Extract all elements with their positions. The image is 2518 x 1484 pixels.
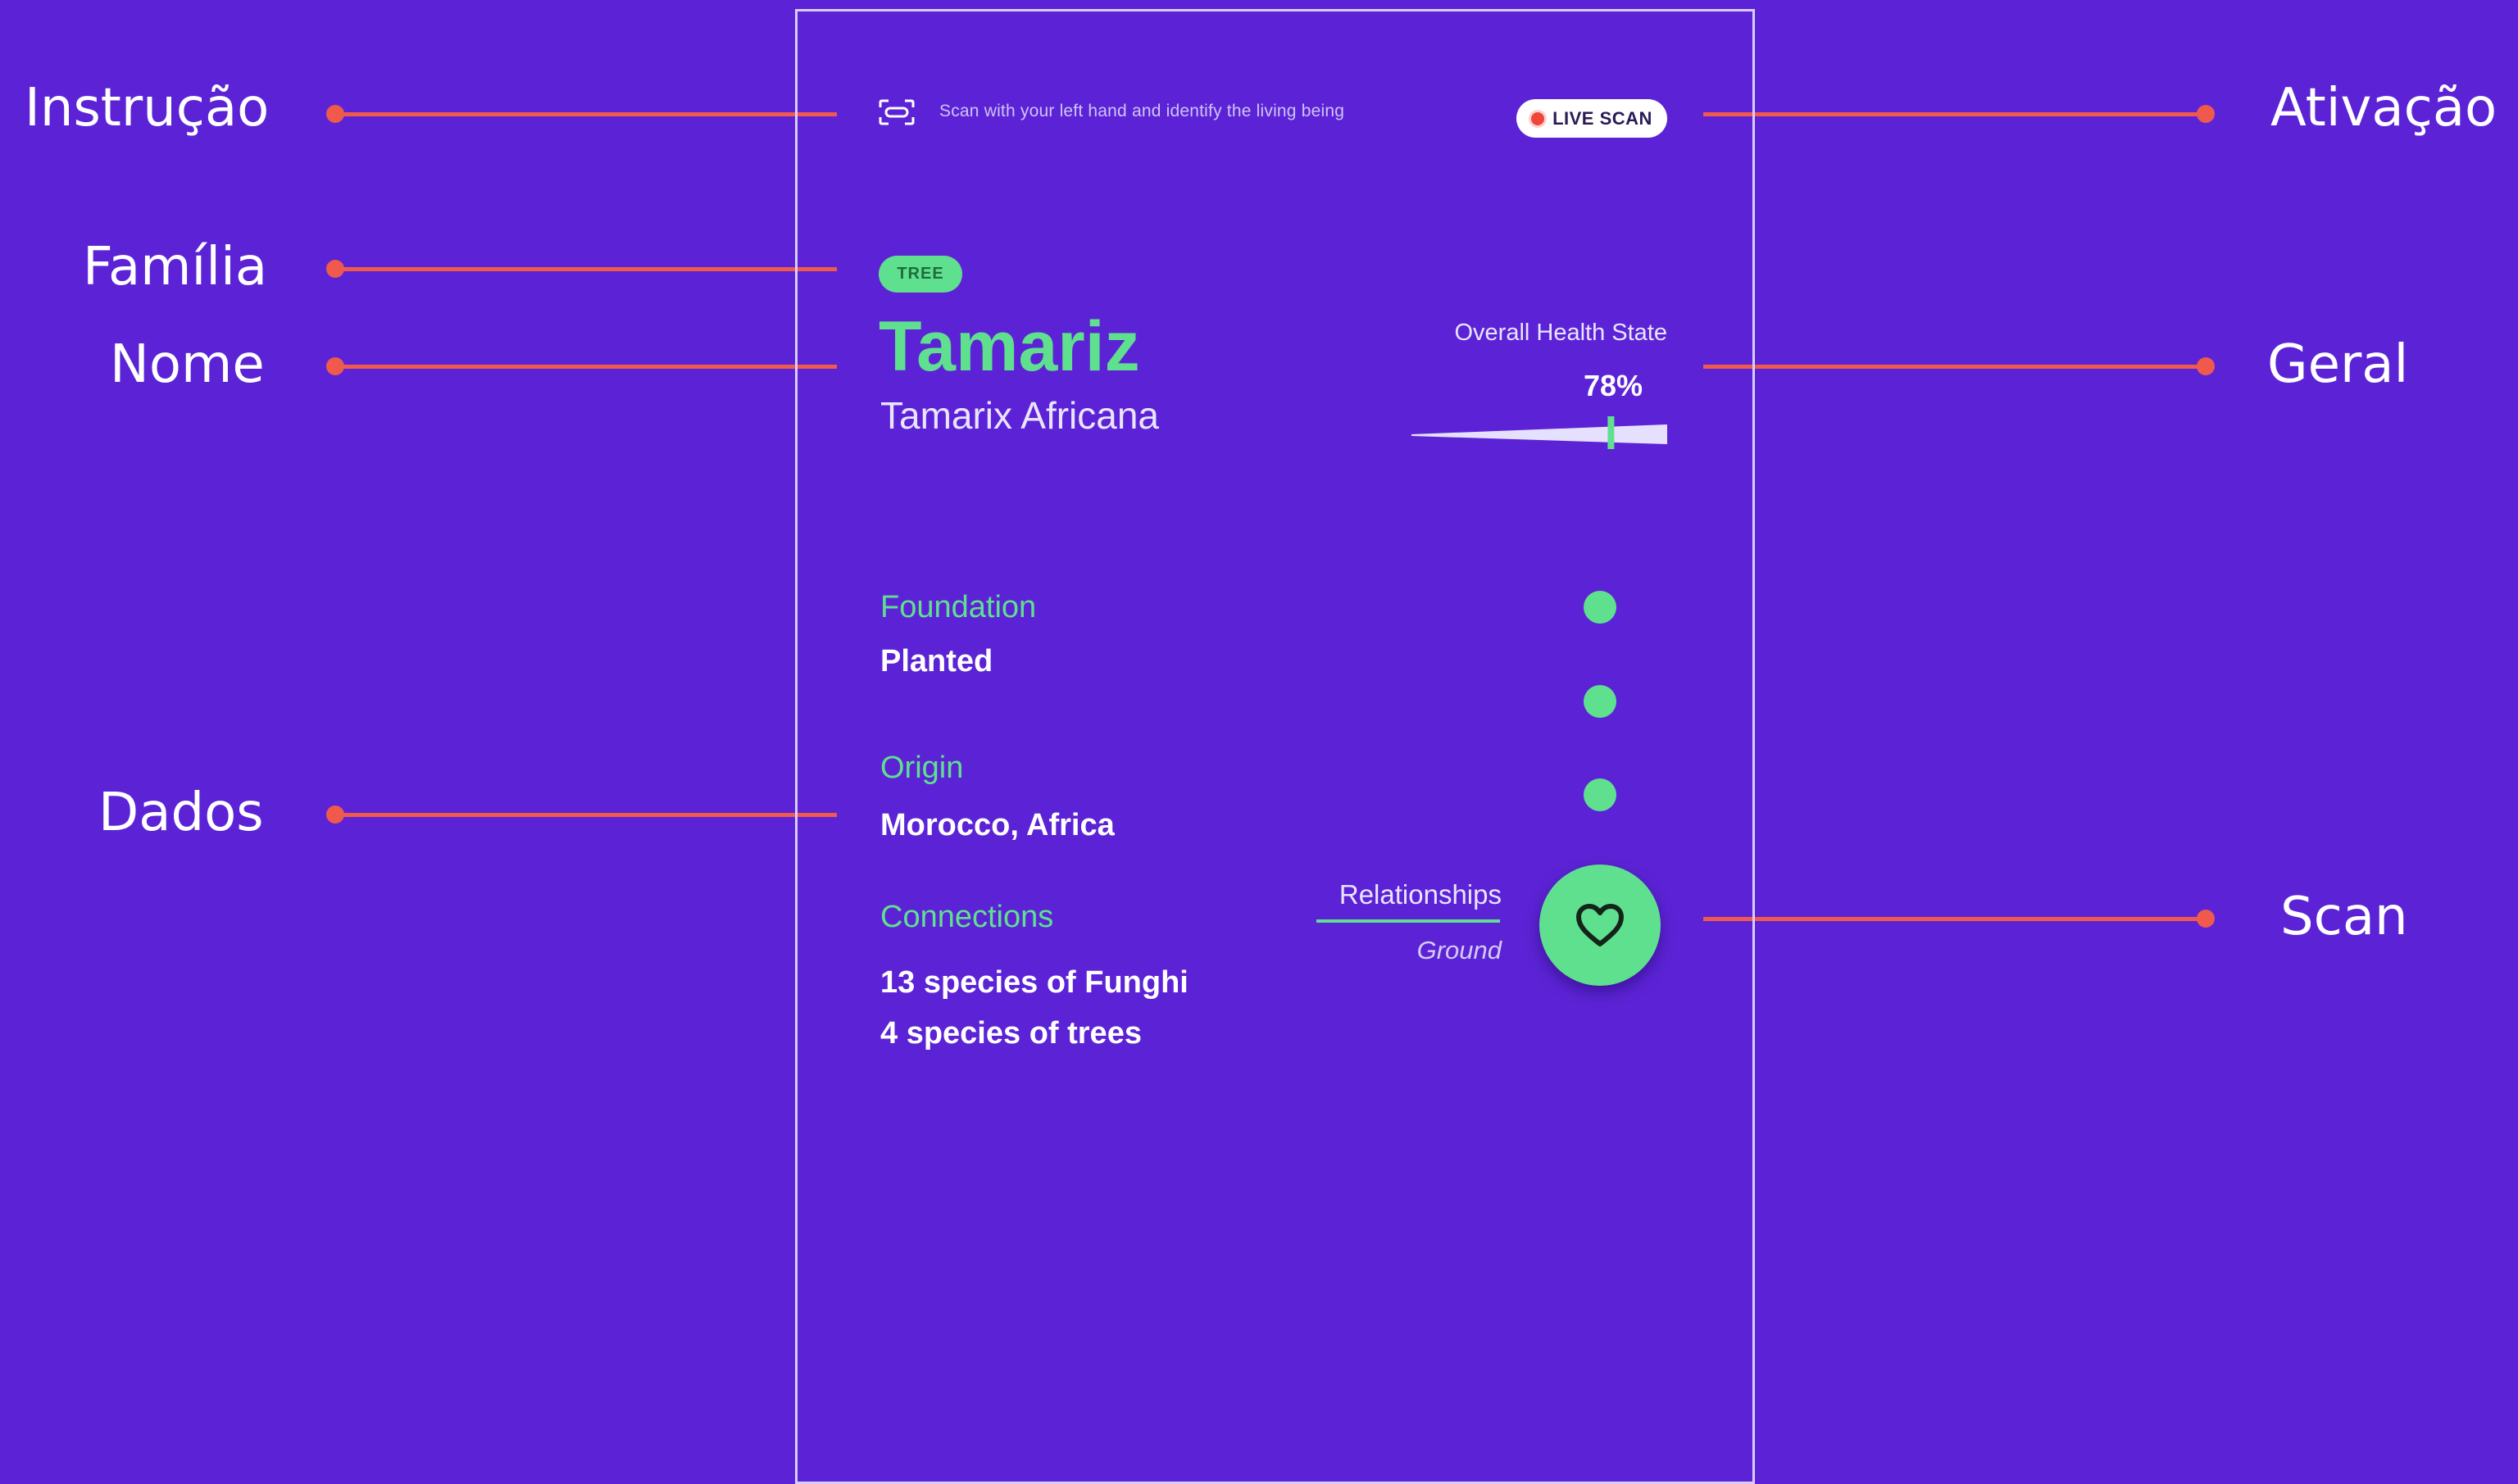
annotation-instrucao-line: [335, 112, 837, 116]
annotation-instrucao: Instrução: [25, 78, 270, 138]
live-scan-button[interactable]: LIVE SCAN: [1516, 99, 1667, 138]
annotation-dados-line: [335, 813, 837, 817]
health-value: 78%: [1583, 369, 1643, 402]
live-indicator-dot: [1531, 111, 1545, 125]
scientific-name: Tamarix Africana: [880, 394, 1160, 437]
annotation-familia-line: [335, 267, 837, 271]
scan-frame-icon: [879, 99, 915, 125]
foundation-label: Foundation: [880, 590, 1037, 624]
timeline-dot[interactable]: [1584, 591, 1616, 624]
health-title: Overall Health State: [1454, 320, 1667, 346]
annotation-scan-dot: [2197, 910, 2215, 928]
annotation-dados: Dados: [98, 783, 264, 843]
annotation-nome: Nome: [110, 334, 265, 395]
heart-icon: [1576, 904, 1624, 946]
phone-frame: [795, 9, 1755, 1484]
annotation-scan: Scan: [2280, 887, 2408, 947]
instruction-text: Scan with your left hand and identify th…: [939, 102, 1345, 120]
family-badge: TREE: [879, 256, 962, 293]
annotation-geral: Geral: [2267, 334, 2409, 395]
connections-label: Connections: [880, 900, 1054, 934]
annotation-ativacao-dot: [2197, 105, 2215, 123]
annotation-nome-line: [335, 365, 837, 369]
annotation-scan-line: [1703, 917, 2205, 921]
health-gauge: [1411, 416, 1667, 449]
origin-value: Morocco, Africa: [880, 808, 1115, 842]
timeline-dot[interactable]: [1584, 685, 1616, 718]
foundation-value: Planted: [880, 644, 993, 678]
annotation-familia: Família: [83, 237, 268, 297]
annotation-ativacao-line: [1703, 112, 2205, 116]
health-gauge-track: [1411, 424, 1667, 444]
timeline-dot[interactable]: [1584, 778, 1616, 811]
annotation-geral-line: [1703, 365, 2205, 369]
live-scan-label: LIVE SCAN: [1552, 107, 1652, 129]
origin-label: Origin: [880, 751, 964, 785]
common-name: Tamariz: [879, 307, 1140, 386]
health-gauge-marker: [1607, 416, 1615, 449]
relationships-underline: [1316, 919, 1500, 923]
relationships-label: Relationships: [1339, 879, 1502, 910]
annotation-ativacao: Ativação: [2270, 78, 2498, 138]
connection-item: 13 species of Funghi: [880, 965, 1189, 1000]
relationships-sub: Ground: [1416, 936, 1502, 964]
connection-item: 4 species of trees: [880, 1016, 1142, 1051]
scan-button[interactable]: [1539, 865, 1661, 986]
annotation-geral-dot: [2197, 357, 2215, 375]
